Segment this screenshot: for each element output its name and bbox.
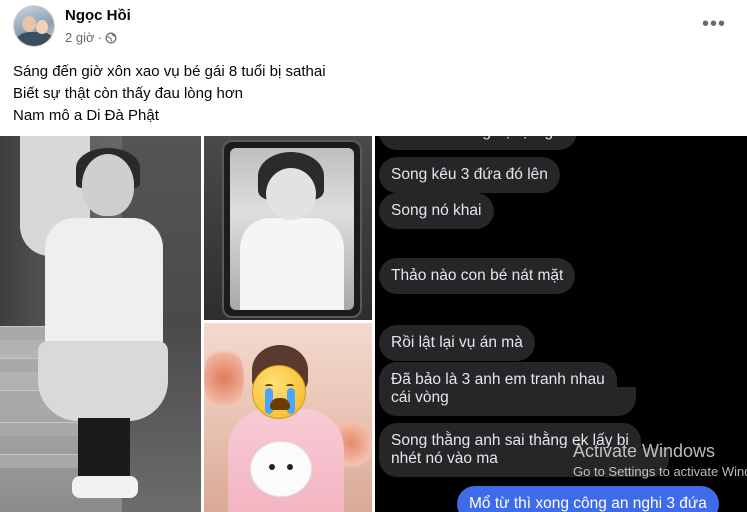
author-avatar[interactable]: [13, 5, 55, 47]
post-caption: Sáng đến giờ xôn xao vụ bé gái 8 tuổi bị…: [13, 61, 326, 127]
photo-portrait-frame[interactable]: [204, 136, 372, 320]
chat-message: Thảo nào con bé nát mặt: [379, 258, 576, 294]
caption-line: Biết sự thật còn thấy đau lòng hơn: [13, 85, 244, 102]
chat-message: Rồi lật lại vụ án mà: [379, 325, 535, 361]
post-time[interactable]: 2 giờ: [65, 30, 95, 45]
author-name[interactable]: Ngọc Hồi: [65, 7, 131, 24]
more-options-icon[interactable]: •••: [702, 14, 726, 34]
chat-message: cái vòng: [379, 387, 636, 416]
photo-girl-standing[interactable]: [0, 136, 201, 512]
loudly-crying-face-icon: [252, 365, 306, 419]
chat-message: Song kêu 3 đứa đó lên: [379, 157, 560, 193]
activate-windows-watermark: Activate Windows Go to Settings to activ…: [573, 441, 747, 479]
dog-toy: [250, 441, 312, 497]
caption-line: Nam mô a Di Đà Phật: [13, 107, 159, 124]
facebook-post: Ngọc Hồi 2 giờ · ••• Sáng đến giờ xôn xa…: [0, 0, 747, 512]
globe-icon[interactable]: [105, 32, 117, 44]
activate-subtitle[interactable]: Go to Settings to activate Windows.: [573, 464, 747, 479]
activate-title: Activate Windows: [573, 441, 716, 461]
post-header: Ngọc Hồi 2 giờ · •••: [0, 0, 747, 56]
post-meta: 2 giờ ·: [65, 30, 117, 45]
chat-message-sent: Mổ từ thì xong công an nghi 3 đứa: [457, 486, 719, 512]
photo-girl-with-dog[interactable]: [204, 323, 372, 512]
chat-message: Song nó khai: [379, 193, 494, 229]
chat-message: Mổ từ thì xong họ tự nghi: [379, 136, 578, 150]
meta-separator: ·: [97, 30, 102, 45]
caption-line: Sáng đến giờ xôn xao vụ bé gái 8 tuổi bị…: [13, 63, 326, 80]
